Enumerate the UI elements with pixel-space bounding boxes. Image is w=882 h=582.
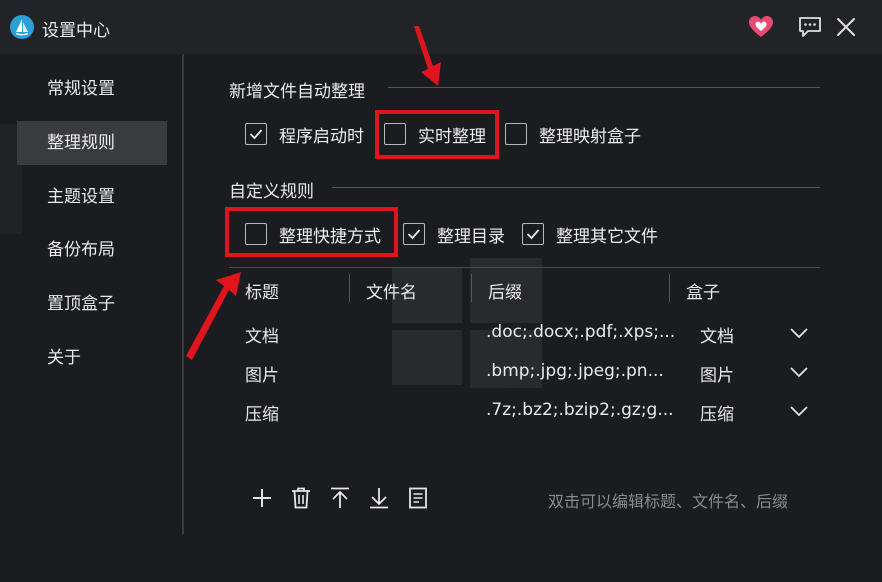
sidebar-item-rules[interactable]: 整理规则	[17, 121, 167, 165]
cell-suffix[interactable]: .7z;.bz2;.bzip2;.gz;g...	[486, 400, 674, 420]
trash-icon[interactable]	[289, 486, 313, 510]
sail-logo-icon	[10, 15, 34, 39]
annotation-highlight-realtime	[375, 110, 499, 159]
cell-title[interactable]: 文档	[245, 322, 279, 347]
checkbox-mapped-box[interactable]: 整理映射盒子	[505, 121, 641, 147]
check-icon	[245, 123, 267, 145]
column-header-suffix[interactable]: 后缀	[488, 278, 522, 303]
check-icon	[522, 223, 544, 245]
checkbox-label: 程序启动时	[279, 126, 364, 147]
sidebar-item-theme[interactable]: 主题设置	[17, 175, 167, 219]
close-icon[interactable]	[833, 14, 859, 40]
annotation-arrow-down	[414, 26, 441, 86]
move-top-icon[interactable]	[328, 486, 352, 510]
column-header-box[interactable]: 盒子	[686, 278, 720, 303]
section-divider	[388, 87, 820, 88]
cell-title[interactable]: 压缩	[245, 400, 279, 425]
annotation-arrow-up	[186, 272, 241, 360]
check-icon	[403, 223, 425, 245]
section-title-auto: 新增文件自动整理	[229, 82, 365, 102]
document-icon[interactable]	[406, 486, 430, 510]
cell-suffix[interactable]: .doc;.docx;.pdf;.xps;...	[486, 322, 675, 342]
section-title-custom: 自定义规则	[229, 182, 314, 202]
cell-box-select[interactable]: 文档	[700, 322, 734, 347]
plus-icon[interactable]	[250, 486, 274, 510]
column-header-filename[interactable]: 文件名	[366, 278, 417, 303]
move-bottom-icon[interactable]	[367, 486, 391, 510]
chevron-down-icon[interactable]	[790, 366, 808, 378]
column-separator[interactable]	[349, 274, 350, 302]
chevron-down-icon[interactable]	[790, 405, 808, 417]
annotation-highlight-shortcuts	[225, 207, 398, 257]
sidebar-item-backup[interactable]: 备份布局	[17, 228, 167, 272]
cell-suffix[interactable]: .bmp;.jpg;.jpeg;.pn...	[486, 361, 664, 381]
footer-hint: 双击可以编辑标题、文件名、后缀	[548, 492, 789, 511]
checkbox-box	[505, 123, 527, 145]
cell-box-select[interactable]: 图片	[700, 361, 734, 386]
feedback-icon[interactable]	[797, 14, 823, 40]
window-title: 设置中心	[42, 21, 110, 41]
checkbox-label: 整理目录	[437, 226, 505, 247]
table-top-border	[229, 267, 820, 268]
sidebar-item-pinned-box[interactable]: 置顶盒子	[17, 282, 167, 326]
column-header-title[interactable]: 标题	[245, 278, 279, 303]
sidebar-item-about[interactable]: 关于	[17, 336, 167, 380]
checkbox-directories[interactable]: 整理目录	[403, 221, 505, 247]
heart-icon[interactable]	[748, 14, 774, 40]
cell-title[interactable]: 图片	[245, 361, 279, 386]
cell-box-select[interactable]: 压缩	[700, 400, 734, 425]
column-separator[interactable]	[669, 274, 670, 302]
sidebar-item-general[interactable]: 常规设置	[17, 67, 167, 111]
checkbox-other-files[interactable]: 整理其它文件	[522, 221, 658, 247]
section-divider	[332, 187, 820, 188]
checkbox-startup[interactable]: 程序启动时	[245, 121, 364, 147]
checkbox-label: 整理映射盒子	[539, 126, 641, 147]
chevron-down-icon[interactable]	[790, 327, 808, 339]
column-separator[interactable]	[471, 274, 472, 302]
checkbox-label: 整理其它文件	[556, 226, 658, 247]
